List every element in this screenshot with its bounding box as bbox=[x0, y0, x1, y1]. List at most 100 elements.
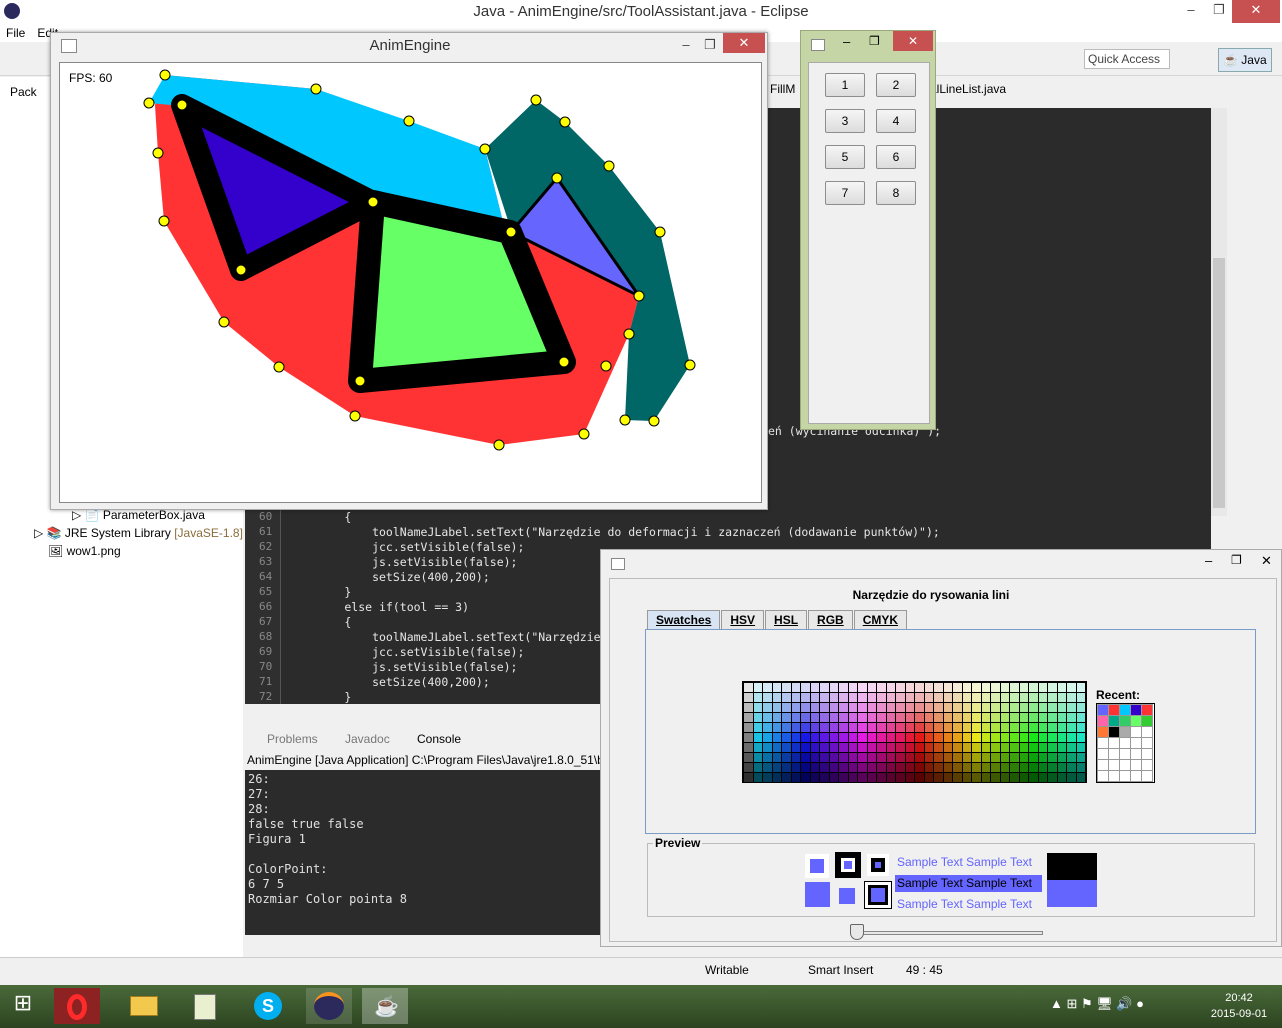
recent-swatch-cell[interactable] bbox=[1119, 748, 1131, 760]
swatch-cell[interactable] bbox=[820, 773, 829, 782]
swatch-cell[interactable] bbox=[839, 753, 848, 762]
recent-swatch-cell[interactable] bbox=[1141, 759, 1153, 771]
swatch-cell[interactable] bbox=[801, 743, 810, 752]
minimize-icon[interactable]: – bbox=[1176, 0, 1206, 23]
swatch-cell[interactable] bbox=[763, 753, 772, 762]
swatch-cell[interactable] bbox=[839, 723, 848, 732]
swatch-cell[interactable] bbox=[1019, 753, 1028, 762]
swatch-cell[interactable] bbox=[753, 723, 762, 732]
swatch-cell[interactable] bbox=[1029, 723, 1038, 732]
tab-swatches[interactable]: Swatches bbox=[647, 610, 721, 629]
swatch-cell[interactable] bbox=[943, 743, 952, 752]
menu-file[interactable]: File bbox=[0, 23, 31, 43]
swatch-cell[interactable] bbox=[1076, 733, 1085, 742]
swatch-cell[interactable] bbox=[905, 693, 914, 702]
swatch-cell[interactable] bbox=[972, 773, 981, 782]
swatch-cell[interactable] bbox=[886, 683, 895, 692]
swatch-cell[interactable] bbox=[1067, 733, 1076, 742]
swatch-cell[interactable] bbox=[1029, 713, 1038, 722]
swatch-cell[interactable] bbox=[763, 733, 772, 742]
maximize-icon[interactable]: ❐ bbox=[1204, 0, 1234, 23]
swatch-cell[interactable] bbox=[810, 723, 819, 732]
swatch-cell[interactable] bbox=[763, 683, 772, 692]
swatch-cell[interactable] bbox=[981, 773, 990, 782]
swatch-cell[interactable] bbox=[801, 733, 810, 742]
swatch-cell[interactable] bbox=[943, 683, 952, 692]
swatch-cell[interactable] bbox=[1000, 693, 1009, 702]
swatch-cell[interactable] bbox=[1076, 763, 1085, 772]
swatch-cell[interactable] bbox=[1067, 743, 1076, 752]
swatch-cell[interactable] bbox=[972, 693, 981, 702]
swatch-cell[interactable] bbox=[848, 763, 857, 772]
swatch-cell[interactable] bbox=[744, 773, 753, 782]
swatch-cell[interactable] bbox=[1029, 753, 1038, 762]
swatch-cell[interactable] bbox=[915, 703, 924, 712]
recent-swatch-cell[interactable] bbox=[1130, 715, 1142, 727]
swatch-cell[interactable] bbox=[981, 723, 990, 732]
swatch-cell[interactable] bbox=[1000, 763, 1009, 772]
package-tab[interactable]: Pack bbox=[10, 85, 37, 99]
swatch-cell[interactable] bbox=[1019, 743, 1028, 752]
tray-icons[interactable]: ▲ ⊞ ⚑ 🖥 🔊 ● bbox=[1050, 996, 1144, 1012]
swatch-cell[interactable] bbox=[1010, 753, 1019, 762]
swatch-cell[interactable] bbox=[1038, 763, 1047, 772]
swatch-cell[interactable] bbox=[962, 733, 971, 742]
swatch-cell[interactable] bbox=[848, 743, 857, 752]
swatch-cell[interactable] bbox=[1010, 713, 1019, 722]
swatch-cell[interactable] bbox=[753, 763, 762, 772]
swatch-cell[interactable] bbox=[829, 743, 838, 752]
swatch-cell[interactable] bbox=[744, 683, 753, 692]
swatch-cell[interactable] bbox=[810, 703, 819, 712]
swatch-cell[interactable] bbox=[1019, 723, 1028, 732]
swatch-cell[interactable] bbox=[981, 683, 990, 692]
recent-swatch-cell[interactable] bbox=[1119, 770, 1131, 782]
swatch-cell[interactable] bbox=[782, 693, 791, 702]
swatch-cell[interactable] bbox=[858, 753, 867, 762]
swatch-cell[interactable] bbox=[744, 733, 753, 742]
swatch-cell[interactable] bbox=[896, 763, 905, 772]
swatch-grid[interactable] bbox=[742, 681, 1087, 783]
swatch-cell[interactable] bbox=[1000, 683, 1009, 692]
swatch-cell[interactable] bbox=[905, 753, 914, 762]
minimize-icon[interactable]: – bbox=[1205, 553, 1212, 568]
swatch-cell[interactable] bbox=[839, 763, 848, 772]
tab-console[interactable]: Console bbox=[417, 732, 461, 746]
swatch-cell[interactable] bbox=[886, 753, 895, 762]
tab-hsv[interactable]: HSV bbox=[721, 610, 765, 629]
swatch-cell[interactable] bbox=[772, 693, 781, 702]
swatch-cell[interactable] bbox=[1076, 713, 1085, 722]
swatch-cell[interactable] bbox=[1019, 773, 1028, 782]
swatch-cell[interactable] bbox=[801, 723, 810, 732]
swatch-cell[interactable] bbox=[972, 713, 981, 722]
swatch-cell[interactable] bbox=[1048, 733, 1057, 742]
swatch-cell[interactable] bbox=[791, 773, 800, 782]
tab-cmyk[interactable]: CMYK bbox=[853, 610, 908, 629]
swatch-cell[interactable] bbox=[877, 773, 886, 782]
swatch-cell[interactable] bbox=[867, 773, 876, 782]
swatch-cell[interactable] bbox=[1057, 683, 1066, 692]
swatch-cell[interactable] bbox=[763, 773, 772, 782]
swatch-cell[interactable] bbox=[1019, 763, 1028, 772]
swatch-cell[interactable] bbox=[953, 713, 962, 722]
swatch-cell[interactable] bbox=[962, 703, 971, 712]
swatch-cell[interactable] bbox=[943, 723, 952, 732]
swatch-cell[interactable] bbox=[772, 743, 781, 752]
swatch-cell[interactable] bbox=[1057, 773, 1066, 782]
swatch-cell[interactable] bbox=[1010, 773, 1019, 782]
swatch-cell[interactable] bbox=[905, 763, 914, 772]
swatch-cell[interactable] bbox=[867, 733, 876, 742]
recent-swatch-cell[interactable] bbox=[1130, 770, 1142, 782]
swatch-cell[interactable] bbox=[1019, 713, 1028, 722]
swatch-cell[interactable] bbox=[905, 743, 914, 752]
swatch-cell[interactable] bbox=[1048, 753, 1057, 762]
swatch-cell[interactable] bbox=[1029, 743, 1038, 752]
swatch-cell[interactable] bbox=[1038, 773, 1047, 782]
swatch-cell[interactable] bbox=[1000, 703, 1009, 712]
swatch-cell[interactable] bbox=[905, 723, 914, 732]
swatch-cell[interactable] bbox=[1000, 753, 1009, 762]
swatch-cell[interactable] bbox=[972, 753, 981, 762]
swatch-cell[interactable] bbox=[924, 753, 933, 762]
swatch-cell[interactable] bbox=[962, 683, 971, 692]
swatch-cell[interactable] bbox=[991, 753, 1000, 762]
swatch-cell[interactable] bbox=[848, 713, 857, 722]
